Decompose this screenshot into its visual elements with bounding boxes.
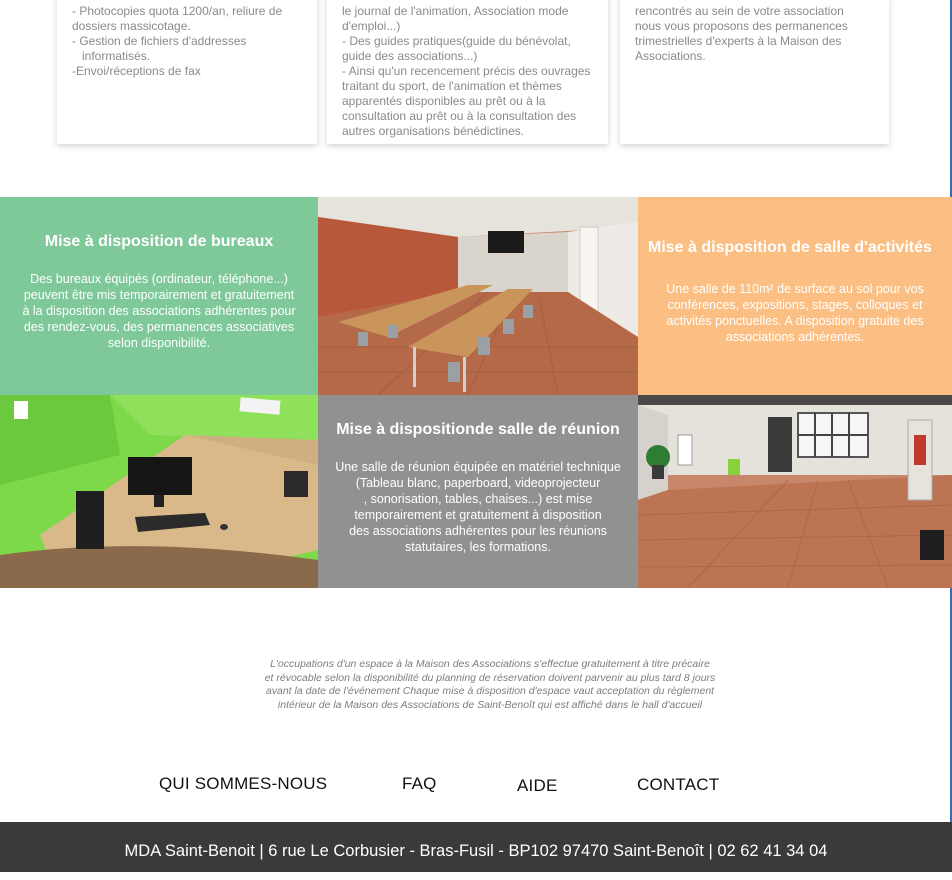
description-line: peuvent être mis temporairement et gratu… (23, 288, 295, 302)
activity-hall-photo (638, 395, 952, 588)
card-text-line: dossiers massicotage. (72, 19, 191, 33)
card-text-line: guide des associations...) (342, 49, 478, 63)
description-line: , sonorisation, tables, chaises...) est … (363, 492, 593, 506)
card-text-line: apparentés disponibles au prêt ou à la (342, 94, 546, 108)
service-tile-description: Des bureaux équipés (ordinateur, télépho… (0, 271, 318, 351)
card-text-line: autres organisations bénédictines. (342, 124, 525, 138)
reservation-disclaimer: L'occupations d'un espace à la Maison de… (230, 658, 750, 712)
card-text-line: nous vous proposons des permanences (635, 19, 848, 33)
service-tile-activites: Mise à disposition de salle d'activités … (638, 197, 952, 395)
service-tile-reunion: Mise à dispositionde salle de réunion Un… (318, 395, 638, 588)
nav-link-faq[interactable]: FAQ (402, 774, 437, 794)
card-text-line: d'emploi...) (342, 19, 401, 33)
disclaimer-line: L'occupations d'un espace à la Maison de… (270, 658, 710, 670)
office-photo (0, 395, 318, 588)
disclaimer-line: avant la date de l'événement Chaque mise… (265, 685, 715, 697)
disclaimer-line: et révocable selon la disponibilité du p… (264, 671, 716, 684)
card-text-line: - Gestion de fichiers d'addresses (72, 34, 247, 48)
description-line: activités ponctuelles. A disposition gra… (666, 314, 924, 328)
disclaimer-line: intérieur de la Maison des Associations … (277, 698, 703, 711)
description-line: à la disposition des associations adhére… (22, 304, 296, 318)
description-line: temporairement et gratuitement à disposi… (354, 508, 602, 522)
service-tile-bureaux: Mise à disposition de bureaux Des bureau… (0, 197, 318, 395)
service-tile-title: Mise à dispositionde salle de réunion (336, 421, 620, 438)
description-line: (Tableau blanc, paperboard, videoproject… (355, 476, 601, 490)
nav-link-contact[interactable]: CONTACT (637, 775, 719, 795)
description-line: Une salle de réunion équipée en matériel… (335, 460, 621, 474)
description-line: conférences, expositions, stages, colloq… (667, 298, 923, 312)
description-line: des rendez-vous, des permanences associa… (23, 320, 295, 334)
card-text-line: - Ainsi qu'un recencement précis des ouv… (342, 64, 591, 78)
card-text-line: rencontrés au sein de votre association (635, 4, 844, 18)
card-text-line: le journal de l'animation, Association m… (342, 4, 569, 18)
service-tile-description: Une salle de 110m² de surface au sol pou… (638, 281, 952, 345)
description-line: Une salle de 110m² de surface au sol pou… (666, 282, 924, 296)
description-line: selon disponibilité. (107, 336, 211, 350)
meeting-room-photo (318, 197, 638, 395)
service-tile-title: Mise à disposition de salle d'activités (648, 239, 932, 256)
service-card-reprographie: - Photocopies quota 1200/an, reliure de … (57, 0, 317, 144)
description-line: Des bureaux équipés (ordinateur, télépho… (30, 272, 288, 286)
card-text-line: - Des guides pratiques(guide du bénévola… (342, 34, 571, 48)
footer-address-text: MDA Saint-Benoit | 6 rue Le Corbusier - … (124, 842, 828, 860)
service-tile-description: Une salle de réunion équipée en matériel… (318, 459, 638, 555)
description-line: des associations adhérentes pour les réu… (349, 524, 607, 538)
card-text-line: trimestrielles d'experts à la Maison des (635, 34, 842, 48)
card-text-line: consultation au prêt ou à la consultatio… (342, 109, 577, 123)
description-line: associations adhérentes. (725, 330, 865, 344)
card-text-line: informatisés. (82, 49, 151, 63)
service-tile-title: Mise à disposition de bureaux (44, 233, 274, 250)
card-text-line: Associations. (635, 49, 706, 63)
card-text-line: -Envoi/réceptions de fax (72, 64, 201, 78)
card-text-line: traitant du sport, de l'animation et thè… (342, 79, 562, 93)
nav-link-qui-sommes-nous[interactable]: QUI SOMMES-NOUS (159, 774, 327, 794)
card-text-line: - Photocopies quota 1200/an, reliure de (72, 4, 283, 18)
service-card-permanences: rencontrés au sein de votre association … (620, 0, 889, 144)
nav-link-aide[interactable]: AIDE (517, 776, 557, 796)
description-line: statutaires, les formations. (405, 540, 551, 554)
footer-address-bar: MDA Saint-Benoit | 6 rue Le Corbusier - … (0, 822, 952, 872)
service-card-documentation: le journal de l'animation, Association m… (327, 0, 608, 144)
